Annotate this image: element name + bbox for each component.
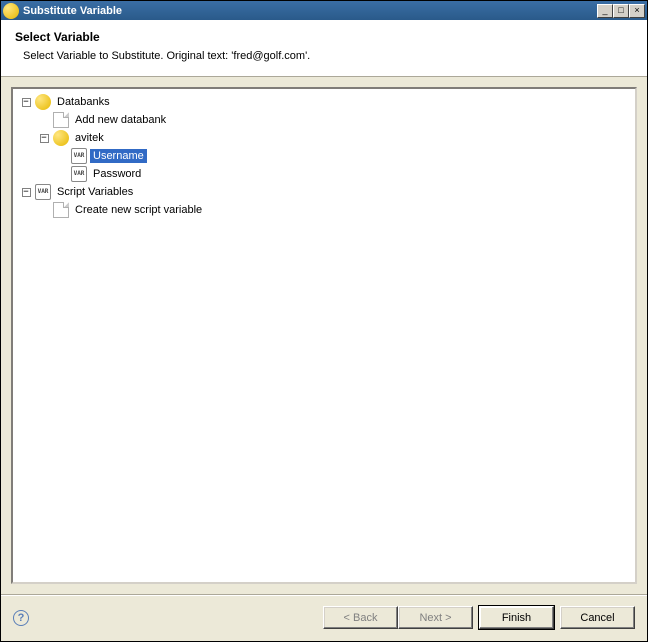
header-panel: Select Variable Select Variable to Subst… [1, 20, 647, 77]
tree-node-add-databank[interactable]: Add new databank [17, 111, 631, 129]
tree-node-username[interactable]: VAR Username [17, 147, 631, 165]
back-button: < Back [323, 606, 398, 629]
next-button: Next > [398, 606, 473, 629]
expander-icon[interactable]: − [22, 188, 31, 197]
node-label[interactable]: Create new script variable [72, 203, 205, 217]
tree-node-password[interactable]: VAR Password [17, 165, 631, 183]
finish-button[interactable]: Finish [479, 606, 554, 629]
page-description: Select Variable to Substitute. Original … [23, 50, 633, 62]
variable-icon: VAR [35, 184, 51, 200]
titlebar[interactable]: Substitute Variable _ □ × [1, 1, 647, 20]
node-label[interactable]: Password [90, 167, 144, 181]
variable-icon: VAR [71, 148, 87, 164]
help-icon[interactable]: ? [13, 610, 29, 626]
footer: ? < Back Next > Finish Cancel [1, 596, 647, 641]
variable-tree[interactable]: − Databanks Add new databank [11, 87, 637, 584]
page-title: Select Variable [15, 30, 633, 44]
new-file-icon [53, 202, 69, 218]
expander-icon[interactable]: − [22, 98, 31, 107]
variable-icon: VAR [71, 166, 87, 182]
window-controls: _ □ × [597, 4, 645, 18]
tree-node-script-variables[interactable]: − VAR Script Variables [17, 183, 631, 201]
node-label[interactable]: Username [90, 149, 147, 163]
node-label[interactable]: Add new databank [72, 113, 169, 127]
node-label[interactable]: Script Variables [54, 185, 136, 199]
minimize-button[interactable]: _ [597, 4, 613, 18]
maximize-button[interactable]: □ [613, 4, 629, 18]
new-file-icon [53, 112, 69, 128]
node-label[interactable]: Databanks [54, 95, 113, 109]
tree-node-databanks[interactable]: − Databanks [17, 93, 631, 111]
expander-icon[interactable]: − [40, 134, 49, 143]
dialog-window: Substitute Variable _ □ × Select Variabl… [0, 0, 648, 642]
tree-node-create-script-variable[interactable]: Create new script variable [17, 201, 631, 219]
node-label[interactable]: avitek [72, 131, 107, 145]
tree-node-avitek[interactable]: − avitek [17, 129, 631, 147]
databank-icon [53, 130, 69, 146]
content-area: − Databanks Add new databank [1, 77, 647, 594]
cancel-button[interactable]: Cancel [560, 606, 635, 629]
close-button[interactable]: × [629, 4, 645, 18]
window-title: Substitute Variable [23, 5, 597, 17]
app-icon [3, 3, 19, 19]
databank-icon [35, 94, 51, 110]
